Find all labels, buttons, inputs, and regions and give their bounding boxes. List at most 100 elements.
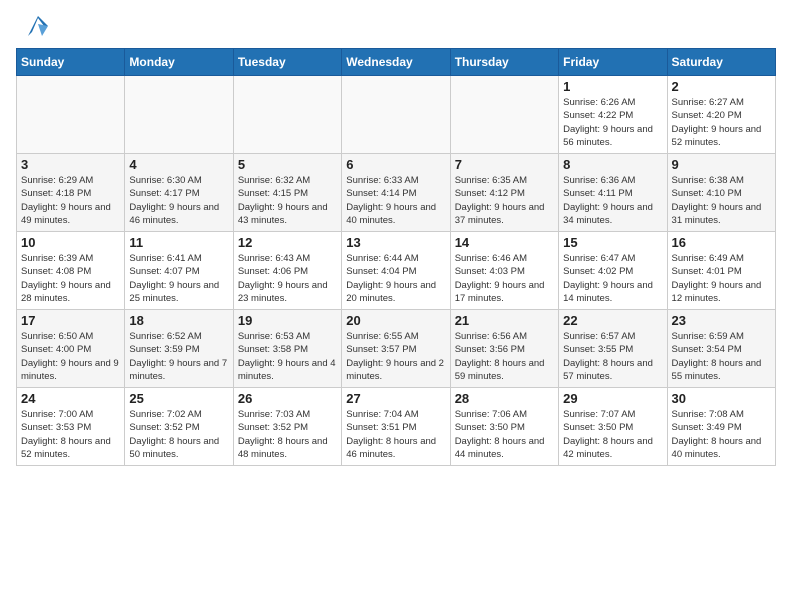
day-info: Sunrise: 6:41 AM Sunset: 4:07 PM Dayligh… [129, 252, 228, 305]
day-info: Sunrise: 6:26 AM Sunset: 4:22 PM Dayligh… [563, 96, 662, 149]
table-row: 6 Sunrise: 6:33 AM Sunset: 4:14 PM Daylig… [342, 154, 450, 232]
header-sunday: Sunday [17, 49, 125, 76]
day-number: 18 [129, 313, 228, 328]
day-number: 5 [238, 157, 337, 172]
table-row: 25Sunrise: 7:02 AM Sunset: 3:52 PM Dayli… [125, 388, 233, 466]
table-row [342, 76, 450, 154]
logo-icon [24, 12, 52, 40]
table-row: 9 Sunrise: 6:38 AM Sunset: 4:10 PM Daylig… [667, 154, 775, 232]
day-info: Sunrise: 6:38 AM Sunset: 4:10 PM Dayligh… [672, 174, 771, 227]
day-number: 4 [129, 157, 228, 172]
day-number: 17 [21, 313, 120, 328]
table-row: 11 Sunrise: 6:41 AM Sunset: 4:07 PM Dayli… [125, 232, 233, 310]
calendar-week-2: 3 Sunrise: 6:29 AM Sunset: 4:18 PM Daylig… [17, 154, 776, 232]
day-info: Sunrise: 6:33 AM Sunset: 4:14 PM Dayligh… [346, 174, 445, 227]
table-row: 8Sunrise: 6:36 AM Sunset: 4:11 PM Daylig… [559, 154, 667, 232]
table-row: 17 Sunrise: 6:50 AM Sunset: 4:00 PM Dayli… [17, 310, 125, 388]
table-row: 29 Sunrise: 7:07 AM Sunset: 3:50 PM Dayli… [559, 388, 667, 466]
table-row: 3 Sunrise: 6:29 AM Sunset: 4:18 PM Daylig… [17, 154, 125, 232]
header-monday: Monday [125, 49, 233, 76]
day-number: 30 [672, 391, 771, 406]
day-number: 24 [21, 391, 120, 406]
day-number: 12 [238, 235, 337, 250]
table-row: 26 Sunrise: 7:03 AM Sunset: 3:52 PM Dayli… [233, 388, 341, 466]
day-number: 3 [21, 157, 120, 172]
day-number: 11 [129, 235, 228, 250]
day-info: Sunrise: 7:03 AM Sunset: 3:52 PM Dayligh… [238, 408, 337, 461]
table-row: 5Sunrise: 6:32 AM Sunset: 4:15 PM Daylig… [233, 154, 341, 232]
day-info: Sunrise: 7:04 AM Sunset: 3:51 PM Dayligh… [346, 408, 445, 461]
calendar-week-3: 10Sunrise: 6:39 AM Sunset: 4:08 PM Dayli… [17, 232, 776, 310]
day-number: 9 [672, 157, 771, 172]
day-info: Sunrise: 6:36 AM Sunset: 4:11 PM Dayligh… [563, 174, 662, 227]
table-row [17, 76, 125, 154]
day-info: Sunrise: 6:29 AM Sunset: 4:18 PM Dayligh… [21, 174, 120, 227]
day-info: Sunrise: 7:02 AM Sunset: 3:52 PM Dayligh… [129, 408, 228, 461]
table-row: 1 Sunrise: 6:26 AM Sunset: 4:22 PM Daylig… [559, 76, 667, 154]
calendar-week-4: 17 Sunrise: 6:50 AM Sunset: 4:00 PM Dayli… [17, 310, 776, 388]
day-number: 28 [455, 391, 554, 406]
header-tuesday: Tuesday [233, 49, 341, 76]
day-info: Sunrise: 6:55 AM Sunset: 3:57 PM Dayligh… [346, 330, 445, 383]
day-info: Sunrise: 6:56 AM Sunset: 3:56 PM Dayligh… [455, 330, 554, 383]
table-row: 2Sunrise: 6:27 AM Sunset: 4:20 PM Daylig… [667, 76, 775, 154]
day-info: Sunrise: 7:07 AM Sunset: 3:50 PM Dayligh… [563, 408, 662, 461]
day-info: Sunrise: 6:59 AM Sunset: 3:54 PM Dayligh… [672, 330, 771, 383]
day-info: Sunrise: 6:35 AM Sunset: 4:12 PM Dayligh… [455, 174, 554, 227]
day-info: Sunrise: 6:49 AM Sunset: 4:01 PM Dayligh… [672, 252, 771, 305]
day-number: 13 [346, 235, 445, 250]
day-number: 22 [563, 313, 662, 328]
calendar-header-row: Sunday Monday Tuesday Wednesday Thursday… [17, 49, 776, 76]
table-row: 30 Sunrise: 7:08 AM Sunset: 3:49 PM Dayli… [667, 388, 775, 466]
table-row [125, 76, 233, 154]
day-number: 19 [238, 313, 337, 328]
day-info: Sunrise: 6:44 AM Sunset: 4:04 PM Dayligh… [346, 252, 445, 305]
logo [20, 16, 52, 40]
table-row: 19 Sunrise: 6:53 AM Sunset: 3:58 PM Dayli… [233, 310, 341, 388]
table-row: 14 Sunrise: 6:46 AM Sunset: 4:03 PM Dayli… [450, 232, 558, 310]
calendar-table: Sunday Monday Tuesday Wednesday Thursday… [16, 48, 776, 466]
day-number: 29 [563, 391, 662, 406]
table-row: 24 Sunrise: 7:00 AM Sunset: 3:53 PM Dayli… [17, 388, 125, 466]
header-saturday: Saturday [667, 49, 775, 76]
day-info: Sunrise: 6:43 AM Sunset: 4:06 PM Dayligh… [238, 252, 337, 305]
table-row: 13 Sunrise: 6:44 AM Sunset: 4:04 PM Dayli… [342, 232, 450, 310]
day-info: Sunrise: 7:06 AM Sunset: 3:50 PM Dayligh… [455, 408, 554, 461]
table-row: 28 Sunrise: 7:06 AM Sunset: 3:50 PM Dayli… [450, 388, 558, 466]
day-info: Sunrise: 7:00 AM Sunset: 3:53 PM Dayligh… [21, 408, 120, 461]
page-header [0, 0, 792, 48]
header-friday: Friday [559, 49, 667, 76]
day-number: 1 [563, 79, 662, 94]
day-info: Sunrise: 6:53 AM Sunset: 3:58 PM Dayligh… [238, 330, 337, 383]
table-row [233, 76, 341, 154]
day-info: Sunrise: 6:52 AM Sunset: 3:59 PM Dayligh… [129, 330, 228, 383]
header-wednesday: Wednesday [342, 49, 450, 76]
day-number: 15 [563, 235, 662, 250]
table-row: 16 Sunrise: 6:49 AM Sunset: 4:01 PM Dayli… [667, 232, 775, 310]
day-number: 16 [672, 235, 771, 250]
day-number: 10 [21, 235, 120, 250]
table-row: 4 Sunrise: 6:30 AM Sunset: 4:17 PM Daylig… [125, 154, 233, 232]
day-info: Sunrise: 6:50 AM Sunset: 4:00 PM Dayligh… [21, 330, 120, 383]
table-row: 15Sunrise: 6:47 AM Sunset: 4:02 PM Dayli… [559, 232, 667, 310]
table-row: 7Sunrise: 6:35 AM Sunset: 4:12 PM Daylig… [450, 154, 558, 232]
day-number: 21 [455, 313, 554, 328]
day-number: 6 [346, 157, 445, 172]
table-row [450, 76, 558, 154]
calendar-container: Sunday Monday Tuesday Wednesday Thursday… [0, 48, 792, 466]
day-number: 26 [238, 391, 337, 406]
day-number: 20 [346, 313, 445, 328]
day-info: Sunrise: 6:27 AM Sunset: 4:20 PM Dayligh… [672, 96, 771, 149]
calendar-week-5: 24 Sunrise: 7:00 AM Sunset: 3:53 PM Dayli… [17, 388, 776, 466]
day-info: Sunrise: 6:30 AM Sunset: 4:17 PM Dayligh… [129, 174, 228, 227]
day-info: Sunrise: 7:08 AM Sunset: 3:49 PM Dayligh… [672, 408, 771, 461]
table-row: 20 Sunrise: 6:55 AM Sunset: 3:57 PM Dayli… [342, 310, 450, 388]
day-info: Sunrise: 6:46 AM Sunset: 4:03 PM Dayligh… [455, 252, 554, 305]
table-row: 10Sunrise: 6:39 AM Sunset: 4:08 PM Dayli… [17, 232, 125, 310]
table-row: 23Sunrise: 6:59 AM Sunset: 3:54 PM Dayli… [667, 310, 775, 388]
header-thursday: Thursday [450, 49, 558, 76]
day-number: 14 [455, 235, 554, 250]
table-row: 18 Sunrise: 6:52 AM Sunset: 3:59 PM Dayli… [125, 310, 233, 388]
table-row: 12 Sunrise: 6:43 AM Sunset: 4:06 PM Dayli… [233, 232, 341, 310]
day-info: Sunrise: 6:57 AM Sunset: 3:55 PM Dayligh… [563, 330, 662, 383]
